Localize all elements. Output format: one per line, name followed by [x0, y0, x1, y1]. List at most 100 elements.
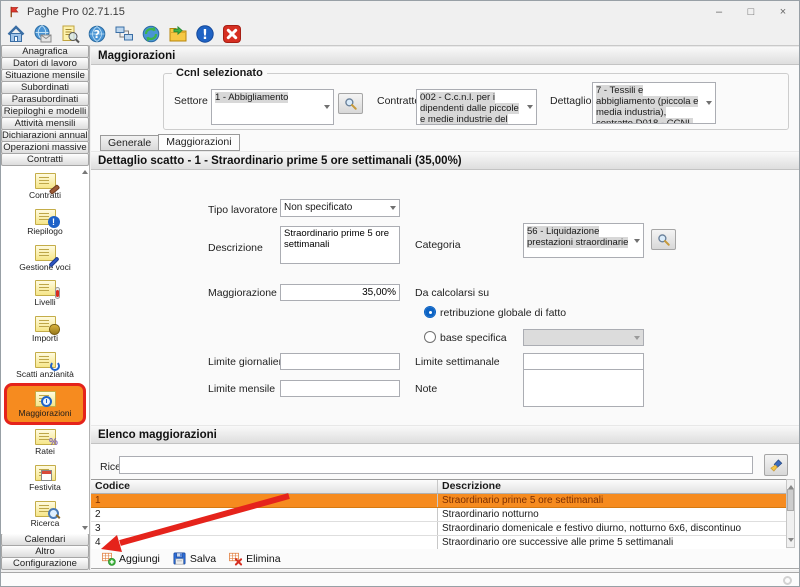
note-money-icon-badge	[49, 324, 60, 335]
scroll-up-icon[interactable]	[788, 482, 794, 489]
document-search-icon[interactable]	[58, 23, 82, 45]
actions-bar: Aggiungi Salva Elimina	[91, 549, 799, 569]
settore-label: Settore	[174, 95, 208, 107]
note-cal-icon	[35, 465, 56, 481]
chevron-down-icon	[634, 336, 640, 343]
home-icon[interactable]	[4, 23, 28, 45]
column-header-codice[interactable]: Codice	[91, 480, 438, 493]
sidebar-item-contratti[interactable]: Contratti	[4, 169, 86, 205]
aggiungi-button[interactable]: Aggiungi	[99, 550, 162, 567]
sidebar-item-ratei[interactable]: Ratei	[4, 425, 86, 461]
exit-icon[interactable]	[220, 23, 244, 45]
limite-mensile-label: Limite mensile	[208, 383, 275, 395]
minimize-button[interactable]: –	[703, 1, 735, 22]
network-icon[interactable]	[112, 23, 136, 45]
tab-maggiorazioni[interactable]: Maggiorazioni	[158, 134, 239, 151]
contratto-combobox[interactable]: 002 - C.c.n.l. per i dipendenti dalle pi…	[416, 89, 537, 125]
alert-icon[interactable]	[193, 23, 217, 45]
help-globe-icon[interactable]	[85, 23, 109, 45]
note-label: Note	[415, 383, 437, 395]
scrollbar-thumb[interactable]	[787, 489, 794, 511]
sidebar-item-maggiorazioni[interactable]: Maggiorazioni	[4, 383, 86, 425]
close-button[interactable]: ×	[767, 1, 799, 22]
sidebar-top: AnagraficaDatori di lavoroSituazione men…	[1, 46, 89, 166]
sidebar-section-situazione-mensile[interactable]: Situazione mensile	[1, 69, 89, 82]
descrizione-textarea[interactable]: Straordinario prime 5 ore settimanali	[280, 226, 400, 264]
categoria-combobox[interactable]: 56 - Liquidazione prestazioni straordina…	[523, 223, 644, 258]
note-textarea[interactable]	[523, 369, 644, 407]
tipo-lavoratore-combobox[interactable]: Non specificato	[280, 199, 400, 217]
contratto-value: 002 - C.c.n.l. per i dipendenti dalle pi…	[420, 92, 519, 125]
note-money-icon	[35, 316, 56, 332]
table-row[interactable]: 3Straordinario domenicale e festivo diur…	[91, 522, 786, 536]
scroll-down-icon[interactable]	[788, 538, 794, 545]
maggiorazione-input[interactable]	[280, 284, 400, 301]
action-button-label: Aggiungi	[119, 553, 160, 565]
sidebar-section-operazioni-massive[interactable]: Operazioni massive	[1, 141, 89, 154]
folder-export-icon[interactable]	[166, 23, 190, 45]
sidebar-section-datori-di-lavoro[interactable]: Datori di lavoro	[1, 57, 89, 70]
elimina-button[interactable]: Elimina	[226, 550, 282, 567]
categoria-value: 56 - Liquidazione prestazioni straordina…	[527, 226, 628, 248]
chevron-down-icon	[390, 206, 396, 213]
clear-search-button[interactable]	[764, 454, 788, 476]
sidebar-item-importi[interactable]: Importi	[4, 312, 86, 348]
column-header-descrizione[interactable]: Descrizione	[438, 480, 786, 493]
radio-retribuzione-globale[interactable]	[424, 306, 436, 318]
limite-giornaliero-input[interactable]	[280, 353, 400, 370]
table-scrollbar[interactable]	[786, 479, 795, 548]
limite-settimanale-input[interactable]	[523, 353, 644, 370]
radio-base-specifica[interactable]	[424, 331, 436, 343]
sidebar-item-ricerca[interactable]: Ricerca	[4, 496, 86, 532]
tipo-lavoratore-value: Non specificato	[284, 202, 352, 213]
ricerca-input[interactable]	[119, 456, 753, 474]
note-search-icon-badge	[48, 508, 60, 520]
main-panel: Maggiorazioni Ccnl selezionato Settore 1…	[91, 46, 799, 570]
ccnl-group-title: Ccnl selezionato	[172, 67, 267, 79]
maximize-button[interactable]: □	[735, 1, 767, 22]
delete-row-icon	[228, 551, 243, 566]
note-thermo-icon	[35, 280, 56, 296]
table-body: 1Straordinario prime 5 ore settimanali2S…	[91, 494, 786, 549]
note-refresh-icon-badge	[50, 361, 60, 371]
sidebar-section-configurazione[interactable]: Configurazione	[1, 557, 89, 570]
sidebar-section-dichiarazioni-annuali[interactable]: Dichiarazioni annuali	[1, 129, 89, 142]
tab-generale[interactable]: Generale	[100, 135, 159, 151]
cell-descrizione: Straordinario prime 5 ore settimanali	[438, 494, 786, 507]
categoria-search-button[interactable]	[651, 229, 676, 250]
sidebar-scroll-up-icon[interactable]	[82, 167, 88, 174]
chevron-down-icon	[324, 105, 330, 112]
sync-icon[interactable]	[139, 23, 163, 45]
table-header: Codice Descrizione	[91, 480, 786, 494]
sidebar-scroll-down-icon[interactable]	[82, 526, 88, 533]
cell-codice: 4	[91, 536, 438, 549]
sidebar-item-label: Maggiorazioni	[19, 408, 72, 418]
sidebar-items: ContrattiRiepilogoGestione voci Livelli Im…	[1, 166, 89, 534]
sidebar: AnagraficaDatori di lavoroSituazione men…	[1, 46, 90, 570]
sidebar-section-contratti[interactable]: Contratti	[1, 153, 89, 166]
table-row[interactable]: 4Straordinario ore successive alle prime…	[91, 536, 786, 549]
page-title: Maggiorazioni	[91, 46, 799, 65]
dettaglio-value: 7 - Tessili e abbigliamento (piccola e m…	[596, 85, 698, 124]
sidebar-section-parasubordinati[interactable]: Parasubordinati	[1, 93, 89, 106]
chevron-down-icon	[706, 101, 712, 108]
salva-button[interactable]: Salva	[170, 550, 218, 567]
action-button-label: Elimina	[246, 553, 280, 565]
settore-search-button[interactable]	[338, 93, 363, 114]
settore-combobox[interactable]: 1 - Abbigliamento	[211, 89, 334, 125]
sidebar-item-riepilogo[interactable]: Riepilogo	[4, 205, 86, 241]
web-mail-icon[interactable]	[31, 23, 55, 45]
note-info-icon-badge	[48, 216, 60, 228]
tab-bar: GeneraleMaggiorazioni	[100, 134, 239, 151]
table-row[interactable]: 1Straordinario prime 5 ore settimanali	[91, 494, 786, 508]
sidebar-item-scatti-anzianita[interactable]: Scatti anzianità	[4, 348, 86, 384]
sidebar-item-festivita[interactable]: Festivita	[4, 461, 86, 497]
limite-mensile-input[interactable]	[280, 380, 400, 397]
sidebar-item-livelli[interactable]: Livelli	[4, 276, 86, 312]
dettaglio-combobox[interactable]: 7 - Tessili e abbigliamento (piccola e m…	[592, 82, 716, 124]
sidebar-item-label: Livelli	[34, 297, 55, 307]
sidebar-section-riepiloghi-e-modelli[interactable]: Riepiloghi e modelli	[1, 105, 89, 118]
sidebar-item-gestione-voci[interactable]: Gestione voci	[4, 240, 86, 276]
cell-codice: 1	[91, 494, 438, 507]
table-row[interactable]: 2Straordinario notturno	[91, 508, 786, 522]
